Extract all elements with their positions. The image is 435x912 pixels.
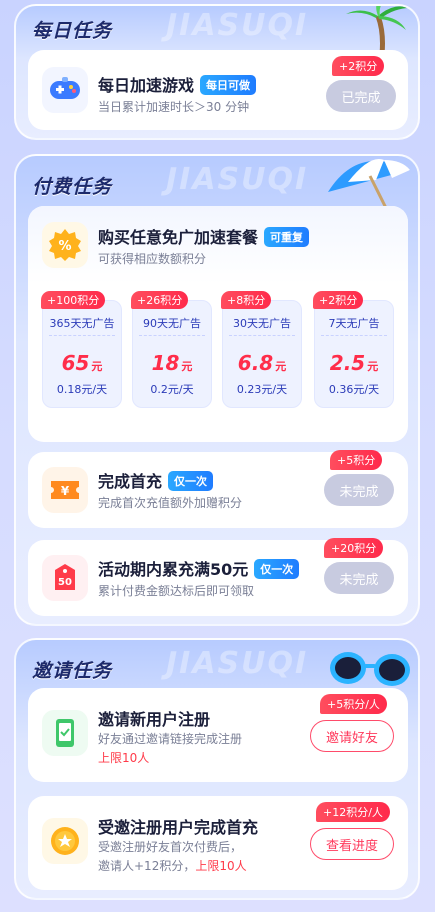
invite-register-reward-badge: +5积分/人 [320, 694, 387, 714]
paid-task-section: JIASUQI 付费任务 % 购买任意免广加速套餐 可重复 可获得相应数额积分 +… [14, 154, 420, 626]
accumulated-reward-badge: +20积分 [324, 538, 384, 558]
daily-task-desc: 当日累计加速时长＞30 分钟 [98, 100, 250, 114]
divider [321, 335, 387, 336]
discount-badge-icon: % [42, 222, 88, 268]
first-recharge-reward-badge: +5积分 [330, 450, 383, 470]
phone-check-icon [42, 710, 88, 756]
ticket-icon: ¥ [42, 467, 88, 513]
package-list: +100积分 365天无广告 65 元 0.18元/天 +26积分 90天无广告 … [28, 284, 408, 434]
daily-game-task-card: 每日加速游戏 每日可做 当日累计加速时长＞30 分钟 +2积分 已完成 [28, 50, 408, 130]
package-price: 18 元 [151, 351, 193, 375]
package-price: 65 元 [61, 351, 103, 375]
daily-completed-button[interactable]: 已完成 [326, 80, 396, 112]
package-per-day: 0.18元/天 [56, 383, 108, 396]
invite-firstpay-reward-badge: +12积分/人 [316, 802, 390, 822]
invite-limit: 上限10人 [98, 751, 150, 765]
sunglasses-icon [330, 652, 410, 686]
package-price: 2.5 元 [329, 351, 379, 375]
repeatable-tag: 可重复 [264, 227, 310, 247]
package-price: 6.8 元 [237, 351, 287, 375]
accumulated-status-button[interactable]: 未完成 [324, 562, 394, 594]
package-per-day: 0.23元/天 [236, 383, 288, 396]
first-recharge-desc: 完成首次充值额外加赠积分 [98, 496, 243, 510]
package-90-days[interactable]: +26积分 90天无广告 18 元 0.2元/天 [131, 291, 212, 408]
package-reward-badge: +2积分 [313, 291, 364, 309]
gold-coin-icon [42, 818, 88, 864]
svg-text:%: % [58, 239, 71, 254]
invite-firstpay-desc: 受邀注册好友首次付费后， 邀请人+12积分，上限10人 [98, 840, 247, 873]
package-name: 365天无广告 [49, 317, 115, 330]
divider [49, 335, 115, 336]
invite-firstpay-title: 受邀注册用户完成首充 [98, 818, 259, 837]
invite-register-desc: 好友通过邀请链接完成注册 上限10人 [98, 730, 242, 768]
first-recharge-card: ¥ 完成首充 仅一次 完成首次充值额外加赠积分 +5积分 未完成 [28, 450, 408, 528]
package-reward-badge: +100积分 [41, 291, 106, 309]
svg-text:50: 50 [58, 577, 72, 588]
package-name: 90天无广告 [143, 317, 201, 330]
invite-section-title: 邀请任务 [32, 660, 113, 682]
daily-reward-badge: +2积分 [332, 56, 385, 76]
paid-section-title: 付费任务 [32, 176, 113, 198]
invite-register-title: 邀请新用户注册 [98, 710, 211, 729]
beach-umbrella-icon [328, 158, 410, 212]
buy-package-desc: 可获得相应数额积分 [98, 252, 207, 266]
invite-firstpay-card: 受邀注册用户完成首充 受邀注册好友首次付费后， 邀请人+12积分，上限10人 +… [28, 796, 408, 890]
price-tag-icon: 50 [42, 555, 88, 601]
view-progress-button[interactable]: 查看进度 [310, 828, 394, 860]
invite-register-card: 邀请新用户注册 好友通过邀请链接完成注册 上限10人 +5积分/人 邀请好友 [28, 688, 408, 782]
first-recharge-status-button[interactable]: 未完成 [324, 474, 394, 506]
buy-package-card: % 购买任意免广加速套餐 可重复 可获得相应数额积分 +100积分 365天无广告… [28, 206, 408, 442]
accumulated-recharge-card: 50 活动期内累充满50元 仅一次 累计付费金额达标后即可领取 +20积分 未完成 [28, 538, 408, 616]
divider [139, 335, 205, 336]
divider [229, 335, 295, 336]
package-name: 7天无广告 [328, 317, 380, 330]
watermark: JIASUQI [166, 646, 309, 681]
package-name: 30天无广告 [233, 317, 291, 330]
gamepad-icon [42, 67, 88, 113]
daily-tag: 每日可做 [200, 75, 257, 95]
package-365-days[interactable]: +100积分 365天无广告 65 元 0.18元/天 [41, 291, 122, 408]
accumulated-recharge-title: 活动期内累充满50元 仅一次 [98, 556, 300, 580]
watermark: JIASUQI [166, 162, 309, 197]
buy-package-title: 购买任意免广加速套餐 可重复 [98, 224, 310, 248]
first-recharge-title: 完成首充 仅一次 [98, 468, 214, 492]
package-per-day: 0.2元/天 [150, 383, 194, 396]
once-tag: 仅一次 [168, 471, 214, 491]
svg-text:¥: ¥ [61, 484, 70, 498]
daily-task-section: JIASUQI 每日任务 每日加速游戏 每日可做 当日累计加速时长＞30 分钟 +… [14, 4, 420, 140]
package-7-days[interactable]: +2积分 7天无广告 2.5 元 0.36元/天 [313, 291, 394, 408]
package-30-days[interactable]: +8积分 30天无广告 6.8 元 0.23元/天 [221, 291, 302, 408]
package-reward-badge: +26积分 [131, 291, 189, 309]
once-tag: 仅一次 [254, 559, 300, 579]
accumulated-recharge-desc: 累计付费金额达标后即可领取 [98, 584, 255, 598]
daily-section-title: 每日任务 [32, 20, 113, 42]
palm-tree-icon [346, 6, 410, 54]
package-per-day: 0.36元/天 [328, 383, 380, 396]
invite-task-section: JIASUQI 邀请任务 邀请新用户注册 好友通过邀请链接完成注册 上限10人 … [14, 638, 420, 900]
package-reward-badge: +8积分 [221, 291, 272, 309]
daily-task-title: 每日加速游戏 每日可做 [98, 72, 257, 96]
watermark: JIASUQI [166, 8, 309, 43]
invite-limit: 上限10人 [195, 859, 247, 873]
invite-friends-button[interactable]: 邀请好友 [310, 720, 394, 752]
